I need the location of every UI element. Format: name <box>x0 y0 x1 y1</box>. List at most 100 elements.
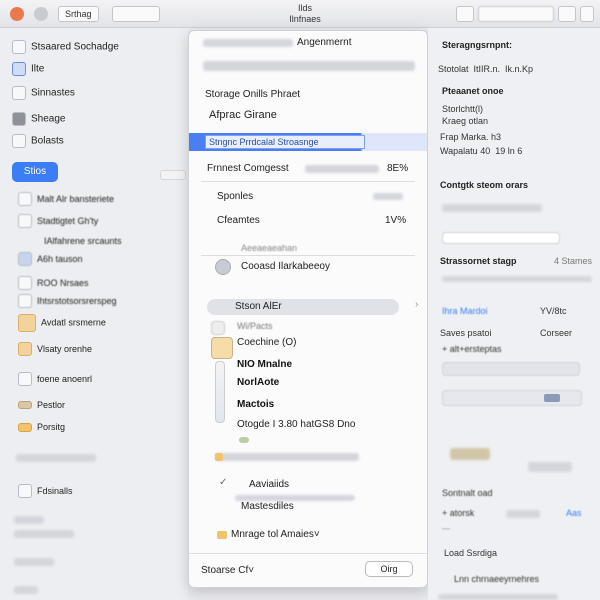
folder-icon <box>12 134 26 148</box>
chevron-right-icon[interactable]: › <box>415 299 418 310</box>
bottle-icon <box>215 361 225 423</box>
sidebar-item-label: Bolasts <box>31 135 64 147</box>
info-line: 4 Stames <box>554 256 593 266</box>
list-item[interactable]: Mastesdiles <box>241 501 294 512</box>
placeholder-row <box>528 462 572 472</box>
sidebar-item[interactable]: Bolasts <box>12 134 64 148</box>
section-title: Aeeaeaeahan <box>241 243 298 253</box>
info-link[interactable]: Aas <box>566 508 582 518</box>
more-icon[interactable] <box>580 6 594 22</box>
info-line: Storlchtt(l) <box>442 104 484 114</box>
sidebar-item[interactable]: Sinnastes <box>12 86 75 100</box>
document-icon <box>18 484 32 499</box>
info-line: Sontnalt oad <box>442 488 493 498</box>
document-icon <box>18 372 32 387</box>
sidebar-item[interactable]: Ilte <box>12 62 44 76</box>
window-icon <box>12 62 26 76</box>
ok-button[interactable]: Oirg <box>365 561 413 577</box>
sidebar-item-label: Pestlor <box>37 400 66 410</box>
account-avatar-icon <box>215 259 231 275</box>
info-line: Kraeg otlan <box>442 116 489 126</box>
slider-track[interactable] <box>160 170 186 180</box>
info-title: Steragngsrnpnt: <box>442 40 513 50</box>
document-icon <box>18 192 32 207</box>
account-name[interactable]: Cooasd Ilarkabeeoy <box>241 261 330 272</box>
sidebar-item[interactable]: Ihtsrstotsorsrerspeg <box>18 294 117 309</box>
info-line: — <box>442 524 450 533</box>
info-field[interactable] <box>442 232 560 244</box>
placeholder-row <box>16 454 96 462</box>
sidebar-item[interactable]: foene anoenrl <box>18 372 92 387</box>
info-line: Load Ssrdiga <box>444 548 498 558</box>
sidebar-item[interactable]: ROO Nrsaes <box>18 276 89 291</box>
share-icon[interactable] <box>558 6 576 22</box>
sidebar-item[interactable]: Stsaared Sochadge <box>12 40 119 54</box>
sidebar-item-label: Ihtsrstotsorsrerspeg <box>37 296 117 306</box>
panel-subtitle: Storage Onills Phraet <box>205 89 301 100</box>
sidebar-item-label: Ilte <box>31 63 45 75</box>
footer-label: Stoarse Cf˅ <box>201 565 255 576</box>
list-item[interactable]: Mnrage tol Amaies˅ <box>231 529 320 540</box>
toolbar-button[interactable]: Srthag <box>58 6 99 22</box>
list-item[interactable]: Aaviaiids <box>249 479 289 490</box>
sidebar-item[interactable]: Avdatl srsmerne <box>18 314 106 332</box>
minimize-dot-icon[interactable] <box>34 7 48 21</box>
sidebar-item[interactable]: Vlsaty orenhe <box>18 342 92 357</box>
sidebar-item[interactable]: Sheage <box>12 112 65 126</box>
box-icon <box>217 531 227 539</box>
sidebar-item[interactable]: A6h tauson <box>18 252 83 267</box>
placeholder-row <box>14 558 54 566</box>
sidebar-item-label: ROO Nrsaes <box>37 278 89 288</box>
folder-icon <box>18 422 32 432</box>
row-label: Cfeamtes <box>217 215 260 226</box>
sidebar-item-label: Avdatl srsmerne <box>41 317 106 328</box>
list-item[interactable]: Otogde I 3.80 hatGS8 Dno <box>237 419 355 430</box>
search-bar[interactable] <box>203 61 415 71</box>
sidebar-item[interactable]: Porsitg <box>18 420 65 434</box>
selected-row[interactable]: Stngnc Prrdcalal Stroasnge <box>189 133 427 151</box>
home-icon[interactable] <box>456 6 474 22</box>
sidebar-item-selected[interactable]: Stios <box>12 162 58 182</box>
storage-panel: Angenmernt Storage Onills Phraet Afprac … <box>188 30 428 588</box>
sidebar-item[interactable]: Pestlor <box>18 398 65 412</box>
sidebar-item-label: IAlfahrene srcaunts <box>44 236 122 246</box>
info-link[interactable]: Ihra Mardoi <box>442 306 488 316</box>
search-field[interactable] <box>478 6 554 22</box>
list-item[interactable]: Wi/Pacts <box>237 321 273 331</box>
list-item[interactable]: NorlAote <box>237 377 279 388</box>
file-thumb <box>211 321 225 335</box>
box-icon <box>18 342 32 357</box>
grid-icon <box>18 252 32 267</box>
info-line: + alt+ersteptas <box>442 344 502 354</box>
view-toggle-button[interactable] <box>112 6 160 22</box>
placeholder-row <box>215 453 359 461</box>
checkmark-icon: ✓ <box>219 477 228 488</box>
warning-dot-icon <box>215 453 223 461</box>
pill-label: Stson AlEr <box>235 301 282 312</box>
divider <box>201 255 415 256</box>
close-dot-icon[interactable] <box>10 7 24 21</box>
info-field[interactable] <box>442 390 582 406</box>
sidebar-item-label: Porsitg <box>37 422 66 432</box>
list-icon <box>12 86 26 100</box>
placeholder-row <box>506 510 540 518</box>
info-line: Wapalatu 40 19 ln 6 <box>440 146 523 156</box>
info-section: Contgtk steom orars <box>440 180 529 190</box>
sidebar-item[interactable]: Malt Alr bansteriete <box>18 192 114 207</box>
list-item[interactable]: Coechine (O) <box>237 337 296 348</box>
info-field[interactable] <box>442 362 580 376</box>
sidebar-item[interactable]: Fdsinalls <box>18 484 73 499</box>
row-label: Sponles <box>217 191 254 202</box>
sidebar-item[interactable]: IAlfahrene srcaunts <box>44 234 122 248</box>
info-line: Lnn chrnaeeyrnehres <box>454 574 540 584</box>
panel-header: Angenmernt <box>297 37 352 48</box>
row-label: Frnnest Comgesst <box>207 163 289 174</box>
list-item[interactable]: NIO Mnalne <box>237 359 292 370</box>
panel-subtitle-2: Afprac Girane <box>209 109 277 121</box>
sidebar-item-label: Sinnastes <box>31 87 75 99</box>
usage-bar <box>305 165 379 173</box>
sidebar-item[interactable]: Stadtigtet Gh'ty <box>18 214 98 229</box>
list-item[interactable]: Mactois <box>237 399 274 410</box>
placeholder-row <box>14 516 44 524</box>
header-bar <box>203 39 293 47</box>
